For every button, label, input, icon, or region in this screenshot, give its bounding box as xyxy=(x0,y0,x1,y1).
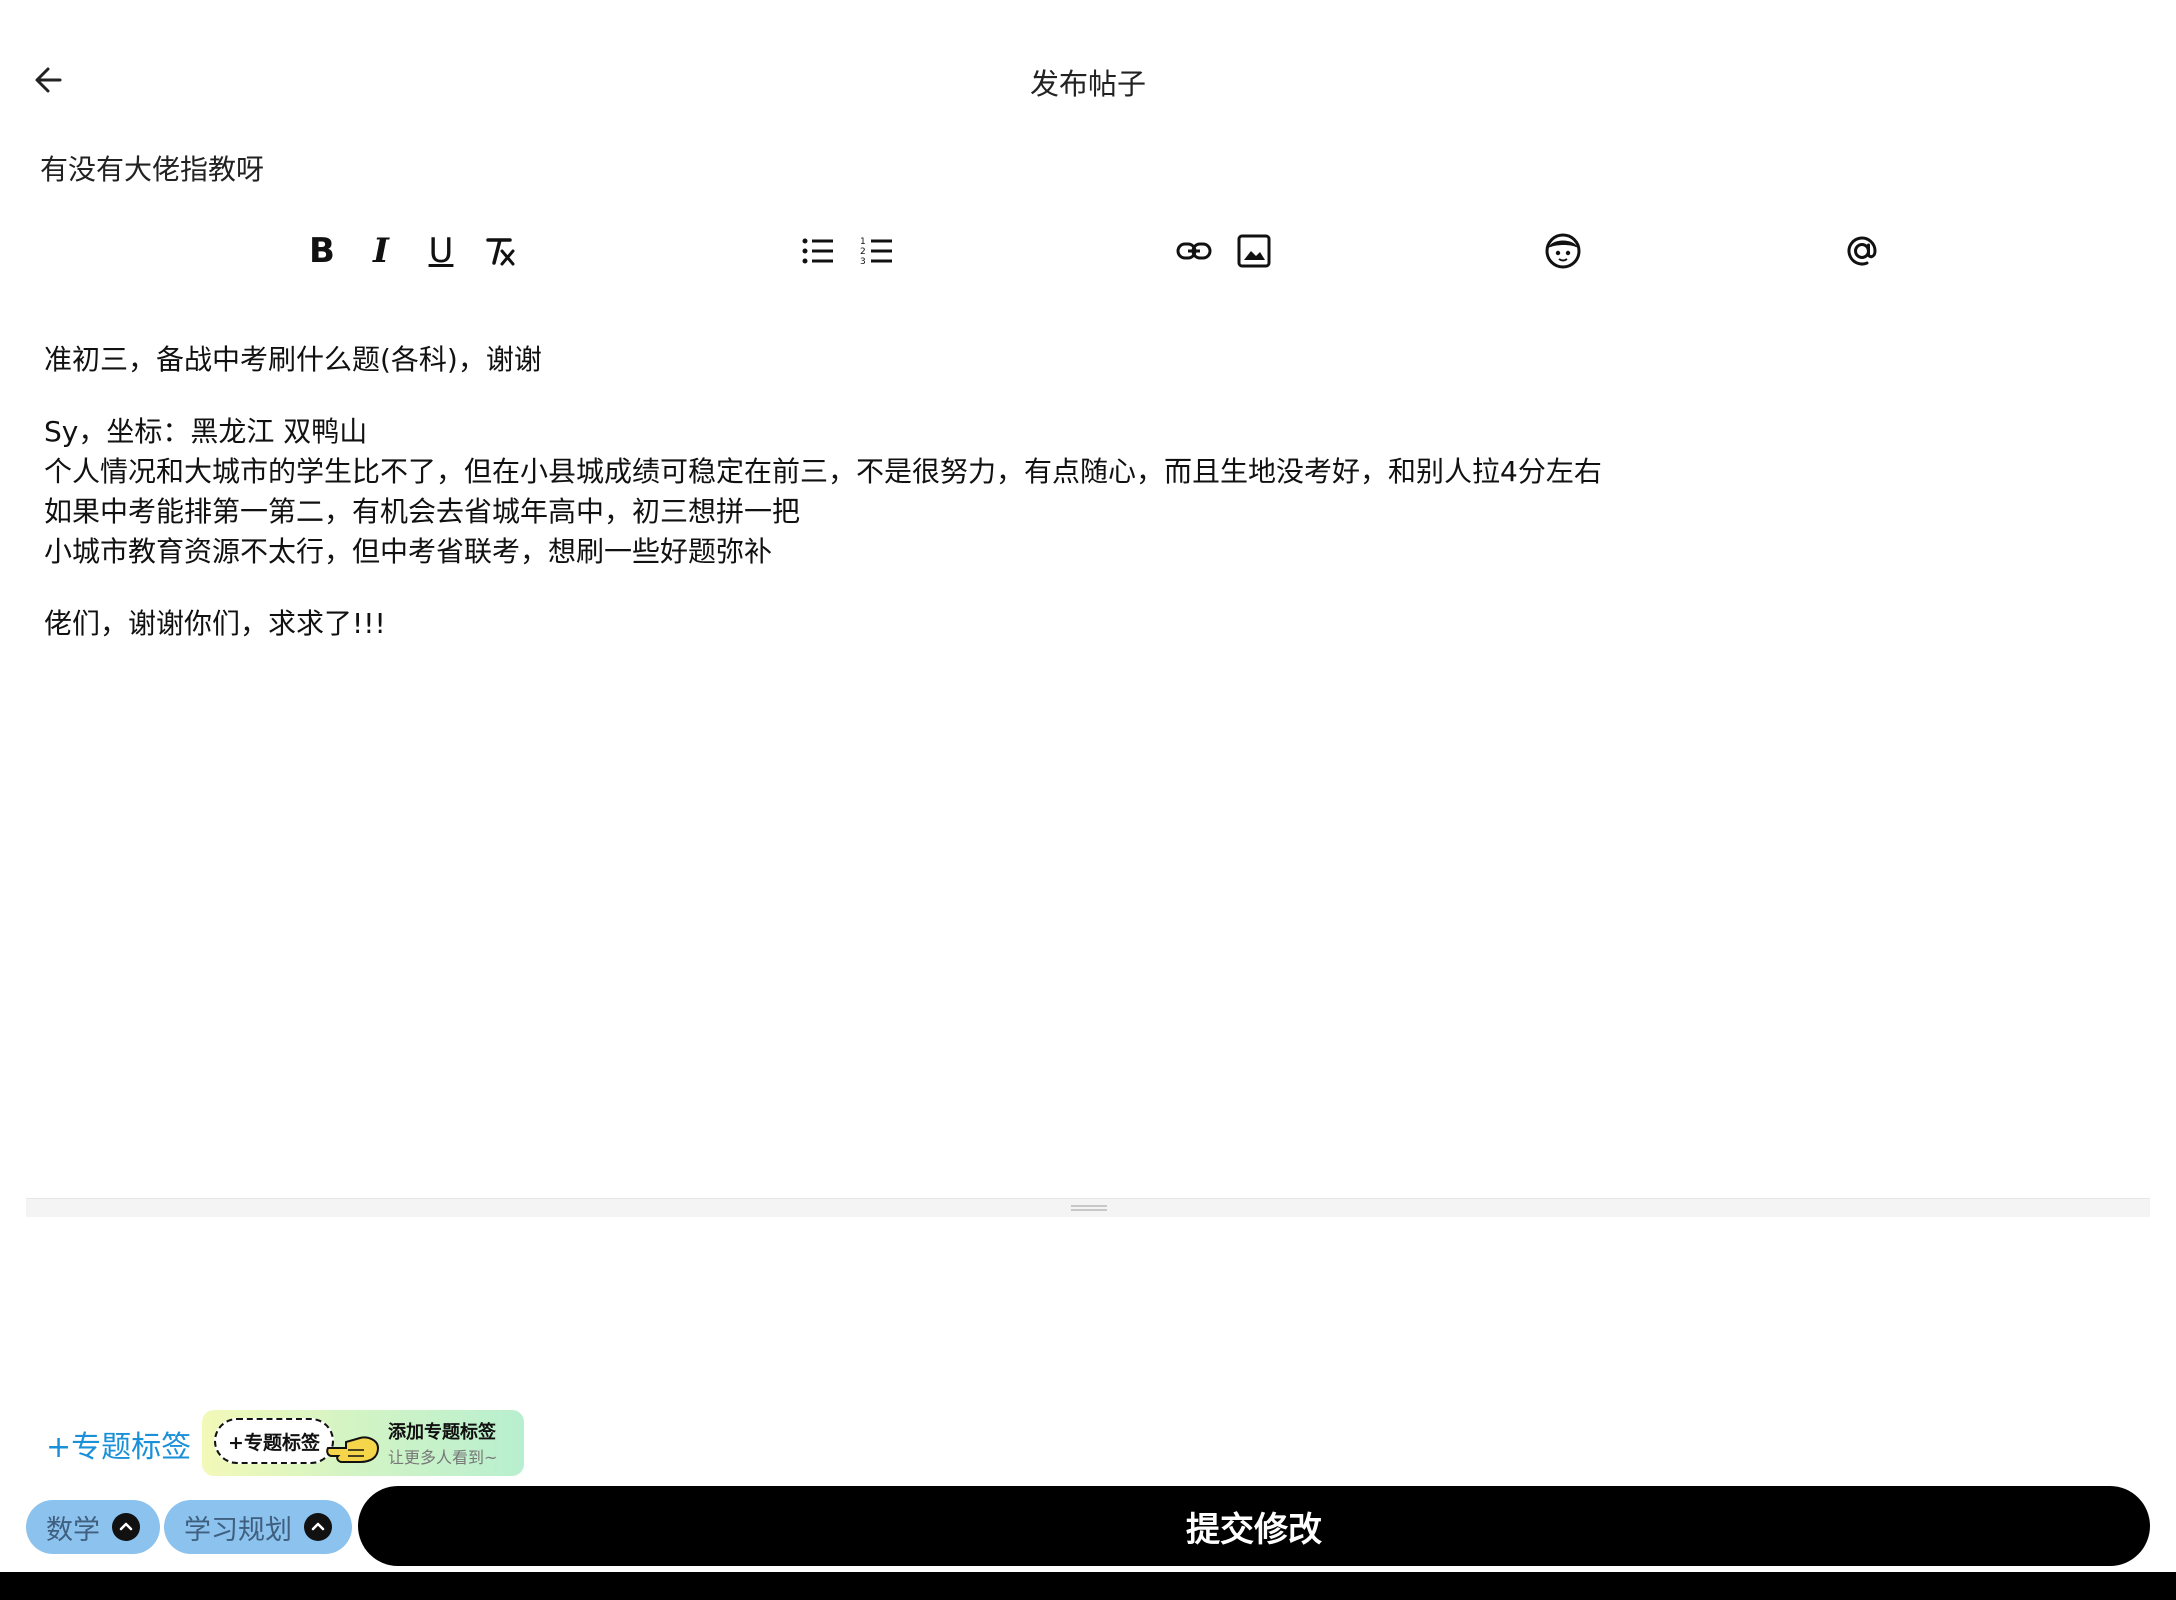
svg-text:1: 1 xyxy=(860,237,866,247)
chevron-up-icon[interactable] xyxy=(304,1513,332,1541)
svg-text:3: 3 xyxy=(860,257,866,267)
tag-label: 学习规划 xyxy=(184,1514,292,1546)
content-line: 如果中考能排第一第二，有机会去省城年高中，初三想拼一把 xyxy=(44,495,801,528)
content-line: 佬们，谢谢你们，求求了!!! xyxy=(44,607,386,640)
post-title-field[interactable]: 有没有大佬指教呀 xyxy=(40,148,264,188)
resize-handle[interactable] xyxy=(1071,1205,1107,1211)
tag-label: 数学 xyxy=(46,1514,100,1546)
page-title: 发布帖子 xyxy=(1029,67,1146,101)
content-line: 准初三，备战中考刷什么题(各科)，谢谢 xyxy=(44,343,542,376)
promo-subtitle: 让更多人看到~ xyxy=(388,1448,498,1467)
submit-button[interactable]: 提交修改 xyxy=(358,1486,2150,1566)
pointing-hand-icon xyxy=(326,1436,380,1463)
at-mention-icon[interactable] xyxy=(1839,228,1885,274)
add-topic-promo-banner[interactable]: +专题标签 添加专题标签 让更多人看到~ xyxy=(202,1410,524,1476)
promo-topic-pill: +专题标签 xyxy=(214,1418,334,1464)
tag-chip-study-planning[interactable]: 学习规划 xyxy=(164,1500,352,1554)
svg-text:2: 2 xyxy=(860,247,866,257)
system-navigation-bar xyxy=(0,1572,2176,1600)
chevron-up-icon[interactable] xyxy=(112,1513,140,1541)
italic-icon[interactable]: I xyxy=(358,228,404,274)
content-line: Sy，坐标：黑龙江 双鸭山 xyxy=(44,415,368,448)
clear-format-icon[interactable] xyxy=(477,228,523,274)
bold-icon[interactable]: B xyxy=(299,228,345,274)
promo-title: 添加专题标签 xyxy=(388,1422,496,1443)
content-line: 个人情况和大城市的学生比不了，但在小县城成绩可稳定在前三，不是很努力，有点随心，… xyxy=(44,455,1602,488)
emoji-icon[interactable] xyxy=(1540,228,1586,274)
underline-icon[interactable]: U xyxy=(418,228,464,274)
post-content-editor[interactable]: 准初三，备战中考刷什么题(各科)，谢谢 Sy，坐标：黑龙江 双鸭山 个人情况和大… xyxy=(44,340,2134,644)
numbered-list-icon[interactable]: 1 2 3 xyxy=(854,228,900,274)
add-topic-tag-link[interactable]: +专题标签 xyxy=(46,1422,191,1466)
content-line: 小城市教育资源不太行，但中考省联考，想刷一些好题弥补 xyxy=(44,535,773,568)
header-bar: 发布帖子 xyxy=(0,0,2176,140)
bullet-list-icon[interactable] xyxy=(795,228,841,274)
formatting-toolbar: B I U 1 2 3 xyxy=(0,228,2176,274)
image-icon[interactable] xyxy=(1231,228,1277,274)
tag-chip-math[interactable]: 数学 xyxy=(26,1500,160,1554)
link-icon[interactable] xyxy=(1171,228,1217,274)
